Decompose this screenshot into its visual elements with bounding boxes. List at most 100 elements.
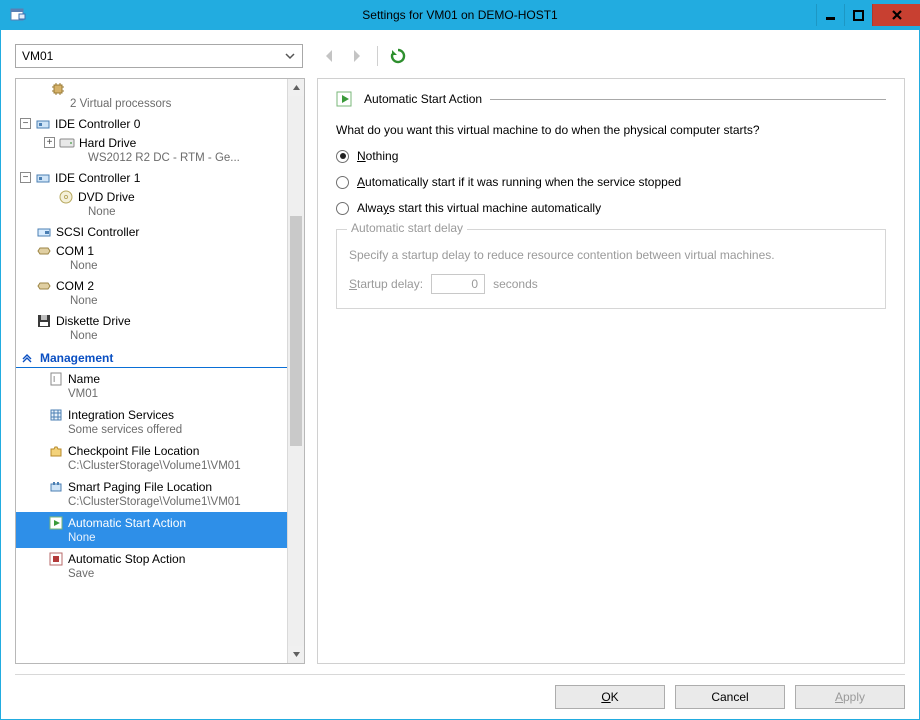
- titlebar[interactable]: Settings for VM01 on DEMO-HOST1: [0, 0, 920, 30]
- tree-label: IDE Controller 0: [55, 117, 140, 131]
- integration-icon: [48, 407, 64, 423]
- integration-value: Some services offered: [16, 424, 287, 440]
- diskette-icon: [36, 313, 52, 329]
- option-label: Nothing: [357, 149, 398, 163]
- tree-scsi[interactable]: SCSI Controller: [16, 222, 287, 241]
- collapse-icon[interactable]: −: [20, 172, 31, 183]
- tree-paging[interactable]: Smart Paging File Location C:\ClusterSto…: [16, 476, 287, 512]
- startup-delay-input[interactable]: 0: [431, 274, 485, 294]
- option-label: Always start this virtual machine automa…: [357, 201, 601, 215]
- tree-label: Automatic Start Action: [68, 516, 186, 530]
- autostop-icon: [48, 551, 64, 567]
- management-header[interactable]: Management: [16, 348, 287, 368]
- maximize-button[interactable]: [844, 4, 872, 26]
- section-label: Management: [40, 351, 113, 365]
- option-nothing[interactable]: Nothing: [336, 149, 886, 163]
- tree-ide1[interactable]: − IDE Controller 1: [16, 168, 287, 187]
- tree-label: SCSI Controller: [56, 225, 139, 239]
- tree-diskette[interactable]: Diskette Drive: [16, 311, 287, 330]
- nav-back-button[interactable]: [317, 44, 341, 68]
- panel-title: Automatic Start Action: [364, 92, 482, 106]
- tree-label: Smart Paging File Location: [68, 480, 212, 494]
- tree-ide0[interactable]: − IDE Controller 0: [16, 114, 287, 133]
- scsi-icon: [36, 224, 52, 240]
- minimize-button[interactable]: [816, 4, 844, 26]
- option-label: Automatically start if it was running wh…: [357, 175, 681, 189]
- tree-label: Hard Drive: [79, 136, 136, 150]
- settings-tree[interactable]: 2 Virtual processors − IDE Controller 0 …: [16, 79, 287, 663]
- name-icon: I: [48, 371, 64, 387]
- radio-icon[interactable]: [336, 202, 349, 215]
- option-always-start[interactable]: Always start this virtual machine automa…: [336, 201, 886, 215]
- tree-label: Diskette Drive: [56, 314, 131, 328]
- harddrive-icon: [59, 135, 75, 151]
- tree-com2[interactable]: COM 2: [16, 276, 287, 295]
- window-title: Settings for VM01 on DEMO-HOST1: [0, 8, 920, 22]
- autostop-value: Save: [16, 568, 287, 584]
- expand-icon[interactable]: +: [44, 137, 55, 148]
- startup-delay-unit: seconds: [493, 277, 538, 291]
- tree-label: Integration Services: [68, 408, 174, 422]
- cancel-button[interactable]: Cancel: [675, 685, 785, 709]
- tree-label: COM 1: [56, 244, 94, 258]
- chevron-down-icon: [282, 48, 298, 64]
- controller-icon: [35, 116, 51, 132]
- name-value: VM01: [16, 388, 287, 404]
- dvd-value: None: [16, 206, 287, 222]
- scroll-track[interactable]: [288, 96, 304, 646]
- tree-harddrive[interactable]: + Hard Drive: [16, 133, 287, 152]
- ok-button[interactable]: OK: [555, 685, 665, 709]
- dvd-icon: [58, 189, 74, 205]
- tree-integration[interactable]: Integration Services Some services offer…: [16, 404, 287, 440]
- com-port-icon: [36, 243, 52, 259]
- tree-autostart[interactable]: Automatic Start Action None: [16, 512, 287, 548]
- panes: 2 Virtual processors − IDE Controller 0 …: [15, 78, 905, 664]
- window-controls: [816, 4, 920, 26]
- harddrive-value: WS2012 R2 DC - RTM - Ge...: [16, 152, 287, 168]
- radio-icon[interactable]: [336, 176, 349, 189]
- tree-com1[interactable]: COM 1: [16, 241, 287, 260]
- app-icon: [6, 3, 30, 27]
- collapse-icon[interactable]: −: [20, 118, 31, 129]
- paging-icon: [48, 479, 64, 495]
- settings-window: Settings for VM01 on DEMO-HOST1 VM01: [0, 0, 920, 720]
- client-area: VM01: [0, 30, 920, 720]
- com1-value: None: [16, 260, 287, 276]
- tree-label: Name: [68, 372, 100, 386]
- tree-label: Automatic Stop Action: [68, 552, 185, 566]
- diskette-value: None: [16, 330, 287, 346]
- scroll-up-button[interactable]: [288, 79, 304, 96]
- tree-name[interactable]: I Name VM01: [16, 368, 287, 404]
- autostart-icon: [336, 91, 352, 107]
- apply-button[interactable]: Apply: [795, 685, 905, 709]
- com-port-icon: [36, 278, 52, 294]
- tree-label: Checkpoint File Location: [68, 444, 199, 458]
- tree-dvd[interactable]: DVD Drive: [16, 187, 287, 206]
- toolbar-separator: [377, 46, 378, 66]
- tree-pane: 2 Virtual processors − IDE Controller 0 …: [15, 78, 305, 664]
- checkpoint-value: C:\ClusterStorage\Volume1\VM01: [68, 460, 241, 472]
- tree-label: IDE Controller 1: [55, 171, 140, 185]
- autostart-value: None: [16, 532, 287, 548]
- start-delay-group: Automatic start delay Specify a startup …: [336, 229, 886, 309]
- dialog-buttons: OK Cancel Apply: [15, 674, 905, 709]
- com2-value: None: [16, 295, 287, 311]
- scroll-thumb[interactable]: [290, 216, 302, 446]
- scroll-down-button[interactable]: [288, 646, 304, 663]
- toolbar: VM01: [15, 42, 905, 70]
- vm-select-value: VM01: [22, 49, 53, 63]
- tree-autostop[interactable]: Automatic Stop Action Save: [16, 548, 287, 584]
- refresh-button[interactable]: [386, 44, 410, 68]
- group-description: Specify a startup delay to reduce resour…: [349, 248, 873, 262]
- tree-label: COM 2: [56, 279, 94, 293]
- processor-icon: [50, 81, 66, 97]
- nav-forward-button[interactable]: [345, 44, 369, 68]
- tree-scrollbar[interactable]: [287, 79, 304, 663]
- radio-icon[interactable]: [336, 150, 349, 163]
- panel-question: What do you want this virtual machine to…: [336, 123, 886, 137]
- option-auto-if-running[interactable]: Automatically start if it was running wh…: [336, 175, 886, 189]
- vm-select[interactable]: VM01: [15, 44, 303, 68]
- tree-checkpoint[interactable]: Checkpoint File Location C:\ClusterStora…: [16, 440, 287, 476]
- section-collapse-icon: [22, 353, 34, 363]
- close-button[interactable]: [872, 4, 920, 26]
